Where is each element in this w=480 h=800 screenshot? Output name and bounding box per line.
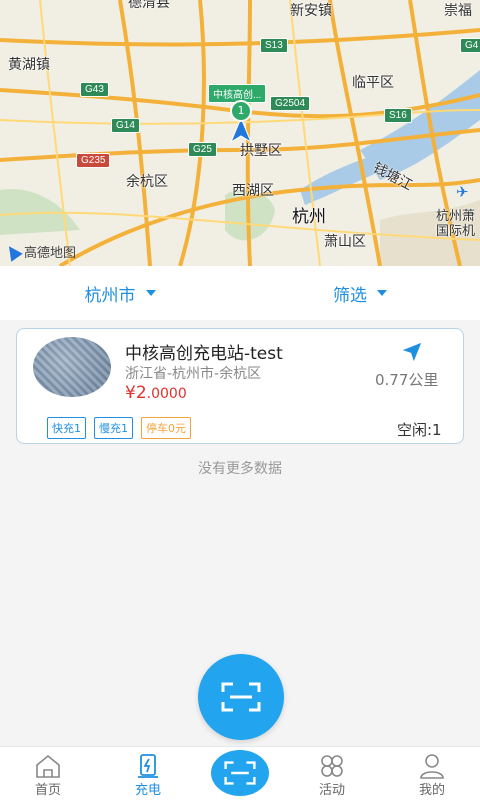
tab-charge[interactable]: 充电 — [100, 747, 196, 800]
scan-fab-button[interactable] — [198, 654, 284, 740]
map-label-gongshuqu: 拱墅区 — [240, 143, 282, 159]
chevron-down-icon — [377, 290, 387, 296]
tab-home[interactable]: 首页 — [0, 747, 96, 800]
amap-logo: 高德地图 — [3, 242, 77, 262]
station-card[interactable]: 中核高创充电站-test 浙江省-杭州市-余杭区 ¥2.0000 0.77公里 … — [16, 328, 464, 444]
map-label-chongfu: 崇福 — [444, 3, 472, 19]
fast-charge-tag: 快充1 — [47, 417, 86, 439]
scan-icon — [221, 682, 261, 712]
city-selector-label: 杭州市 — [84, 285, 136, 306]
tab-mine-label: 我的 — [418, 783, 445, 798]
clover-icon — [321, 755, 343, 777]
filter-bar: 杭州市 筛选 — [0, 266, 480, 320]
filter-selector-label: 筛选 — [333, 285, 367, 306]
map-label-airport-2: 国际机 — [436, 224, 476, 239]
user-icon — [420, 754, 444, 779]
charging-pile-icon — [138, 754, 158, 778]
airport-icon: ✈ — [456, 183, 469, 201]
station-thumbnail — [33, 337, 111, 397]
map-label-hangzhou: 杭州 — [292, 207, 326, 227]
road-tag-s16: S16 — [384, 108, 412, 123]
station-free-count: 空闲:1 — [397, 421, 442, 439]
station-tags: 快充1 慢充1 停车0元 — [47, 417, 191, 439]
price-symbol: ¥ — [125, 383, 136, 403]
slow-charge-tag: 慢充1 — [94, 417, 133, 439]
map-view[interactable]: 德清县 新安镇 崇福 黄湖镇 临平区 拱墅区 余杭区 西湖区 杭州 钱塘江 萧山… — [0, 0, 480, 266]
station-address: 浙江省-杭州市-余杭区 — [125, 366, 262, 382]
map-label-xihuqu: 西湖区 — [232, 183, 274, 199]
scan-icon — [224, 761, 256, 785]
chevron-down-icon — [145, 290, 156, 296]
price-decimal: .0000 — [146, 386, 187, 402]
parking-fee-tag: 停车0元 — [141, 417, 191, 439]
navigate-icon[interactable] — [401, 341, 423, 363]
tab-activity[interactable]: 活动 — [284, 747, 380, 800]
list-end-text: 没有更多数据 — [198, 461, 282, 477]
filter-selector[interactable]: 筛选 — [240, 266, 480, 320]
tab-scan-button[interactable] — [211, 750, 269, 796]
station-distance: 0.77公里 — [375, 371, 439, 389]
road-tag-g14: G14 — [111, 118, 140, 133]
tab-mine[interactable]: 我的 — [384, 747, 480, 800]
price-integer: 2 — [135, 383, 147, 403]
station-name: 中核高创充电站-test — [125, 344, 283, 364]
home-icon — [36, 754, 60, 778]
road-tag-g25: G25 — [188, 142, 217, 157]
road-tag-g235: G235 — [76, 153, 111, 168]
map-label-deqing: 德清县 — [128, 0, 170, 11]
tab-charge-label: 充电 — [134, 783, 161, 798]
map-canvas — [0, 0, 480, 266]
city-selector[interactable]: 杭州市 — [0, 266, 240, 320]
map-label-yuhangqu: 余杭区 — [126, 174, 168, 190]
road-tag-g4: G4 — [460, 38, 480, 53]
road-tag-s13: S13 — [260, 38, 288, 53]
road-tag-g2504: G2504 — [270, 96, 311, 111]
map-label-xiaoshanqu: 萧山区 — [324, 234, 366, 250]
map-label-linpingqu: 临平区 — [352, 75, 394, 91]
map-label-huanghuzhen: 黄湖镇 — [8, 57, 50, 73]
amap-logo-icon — [3, 242, 23, 262]
amap-logo-text: 高德地图 — [24, 246, 77, 261]
station-marker-pin[interactable]: 1 — [230, 100, 252, 122]
map-label-xinanzhen: 新安镇 — [290, 3, 332, 19]
tab-home-label: 首页 — [34, 783, 61, 798]
tab-activity-label: 活动 — [318, 783, 345, 798]
station-price: ¥2.0000 — [125, 383, 187, 403]
road-tag-g43: G43 — [80, 82, 109, 97]
